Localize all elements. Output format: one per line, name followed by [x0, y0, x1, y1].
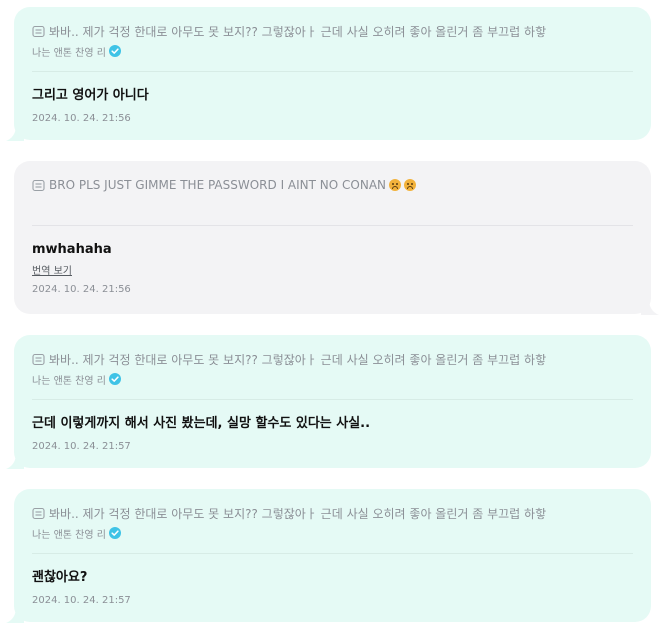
- bubble-tail-icon: [641, 299, 659, 315]
- quoted-text: 봐바.. 제가 걱정 한대로 아무도 못 보지?? 그렇잖아ㅏ 근데 사실 오히…: [49, 506, 547, 521]
- message-text: mwhahaha: [32, 242, 112, 257]
- quoted-text: 봐바.. 제가 걱정 한대로 아무도 못 보지?? 그렇잖아ㅏ 근데 사실 오히…: [49, 352, 547, 367]
- bubble-tail-icon: [6, 607, 24, 623]
- message-feed: 봐바.. 제가 걱정 한대로 아무도 못 보지?? 그렇잖아ㅏ 근데 사실 오히…: [0, 0, 664, 634]
- quote-document-icon: [32, 179, 45, 191]
- translate-link[interactable]: 번역 보기: [32, 264, 72, 280]
- divider: [32, 553, 633, 554]
- message-text: 근데 이렇게까지 해서 사진 봤는데, 실망 할수도 있다는 사실..: [32, 416, 371, 431]
- quoted-text: 봐바.. 제가 걱정 한대로 아무도 못 보지?? 그렇잖아ㅏ 근데 사실 오히…: [49, 24, 547, 39]
- frowning-face-emoji: [404, 179, 417, 191]
- author-name: 나는 앤톤 찬영 리: [32, 529, 106, 541]
- quoted-author: 나는 앤톤 찬영 리: [32, 524, 633, 542]
- quote-document-icon: [32, 353, 45, 365]
- message-bubble-received: 봐바.. 제가 걱정 한대로 아무도 못 보지?? 그렇잖아ㅏ 근데 사실 오히…: [6, 335, 651, 469]
- verified-check-icon: [108, 527, 121, 539]
- verified-check-icon: [108, 373, 121, 385]
- quoted-reply[interactable]: 봐바.. 제가 걱정 한대로 아무도 못 보지?? 그렇잖아ㅏ 근데 사실 오히…: [32, 21, 633, 41]
- quoted-author: 나는 앤톤 찬영 리: [32, 370, 633, 388]
- divider: [32, 71, 633, 72]
- message-timestamp: 2024. 10. 24. 21:56: [32, 284, 131, 295]
- verified-check-icon: [108, 45, 121, 57]
- message-bubble-received: 봐바.. 제가 걱정 한대로 아무도 못 보지?? 그렇잖아ㅏ 근데 사실 오히…: [6, 489, 651, 623]
- message-text: 괜찮아요?: [32, 570, 88, 585]
- quoted-reply[interactable]: 봐바.. 제가 걱정 한대로 아무도 못 보지?? 그렇잖아ㅏ 근데 사실 오히…: [32, 349, 633, 369]
- message-bubble-received: 봐바.. 제가 걱정 한대로 아무도 못 보지?? 그렇잖아ㅏ 근데 사실 오히…: [6, 7, 651, 141]
- message-text: 그리고 영어가 아니다: [32, 88, 149, 103]
- quoted-text: BRO PLS JUST GIMME THE PASSWORD I AINT N…: [49, 178, 387, 192]
- quote-document-icon: [32, 507, 45, 519]
- quoted-reply[interactable]: 봐바.. 제가 걱정 한대로 아무도 못 보지?? 그렇잖아ㅏ 근데 사실 오히…: [32, 503, 633, 523]
- bubble-tail-icon: [6, 125, 24, 141]
- message-bubble-sent: BRO PLS JUST GIMME THE PASSWORD I AINT N…: [14, 161, 659, 315]
- quote-document-icon: [32, 25, 45, 37]
- bubble-tail-icon: [6, 453, 24, 469]
- quoted-reply[interactable]: BRO PLS JUST GIMME THE PASSWORD I AINT N…: [32, 175, 633, 195]
- author-name: 나는 앤톤 찬영 리: [32, 375, 106, 387]
- message-timestamp: 2024. 10. 24. 21:56: [32, 113, 131, 124]
- quoted-author: 나는 앤톤 찬영 리: [32, 42, 633, 60]
- message-timestamp: 2024. 10. 24. 21:57: [32, 441, 131, 452]
- frowning-face-emoji: [389, 179, 402, 191]
- divider: [32, 225, 633, 226]
- divider: [32, 399, 633, 400]
- author-name: 나는 앤톤 찬영 리: [32, 47, 106, 59]
- message-timestamp: 2024. 10. 24. 21:57: [32, 595, 131, 606]
